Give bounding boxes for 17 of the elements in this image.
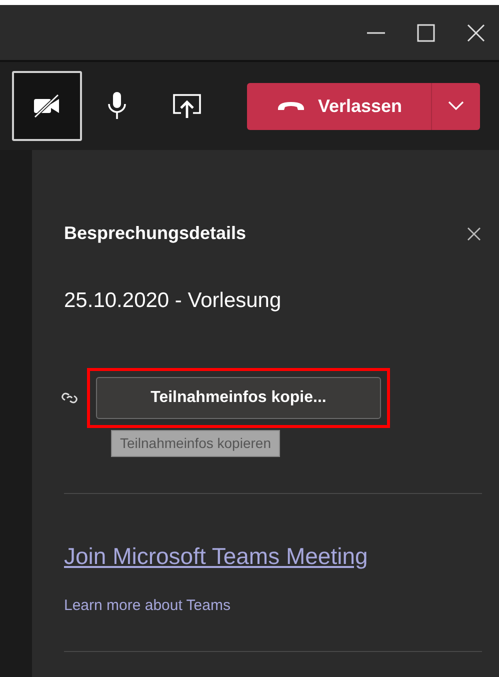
share-screen-icon <box>171 92 203 120</box>
join-meeting-link[interactable]: Join Microsoft Teams Meeting <box>64 538 482 573</box>
phone-icon <box>276 100 306 112</box>
camera-off-icon <box>32 94 62 118</box>
tooltip: Teilnahmeinfos kopieren <box>111 430 280 456</box>
close-icon[interactable] <box>466 226 482 242</box>
toolbar-button[interactable] <box>12 71 82 141</box>
panel-title: Besprechungsdetails <box>64 222 246 245</box>
link-icon <box>61 390 79 404</box>
chevron-down-icon <box>448 101 464 111</box>
meeting-subtitle: 25.10.2020 - Vorlesung <box>64 288 282 314</box>
maximize-icon[interactable] <box>415 22 437 44</box>
learn-more-link[interactable]: Learn more about Teams <box>64 595 482 618</box>
leave-button[interactable]: Verlassen <box>247 82 431 130</box>
copy-info-button[interactable]: Teilnahmeinfos kopie... <box>96 376 381 418</box>
close-icon[interactable] <box>465 22 487 44</box>
microphone-icon <box>106 91 128 121</box>
